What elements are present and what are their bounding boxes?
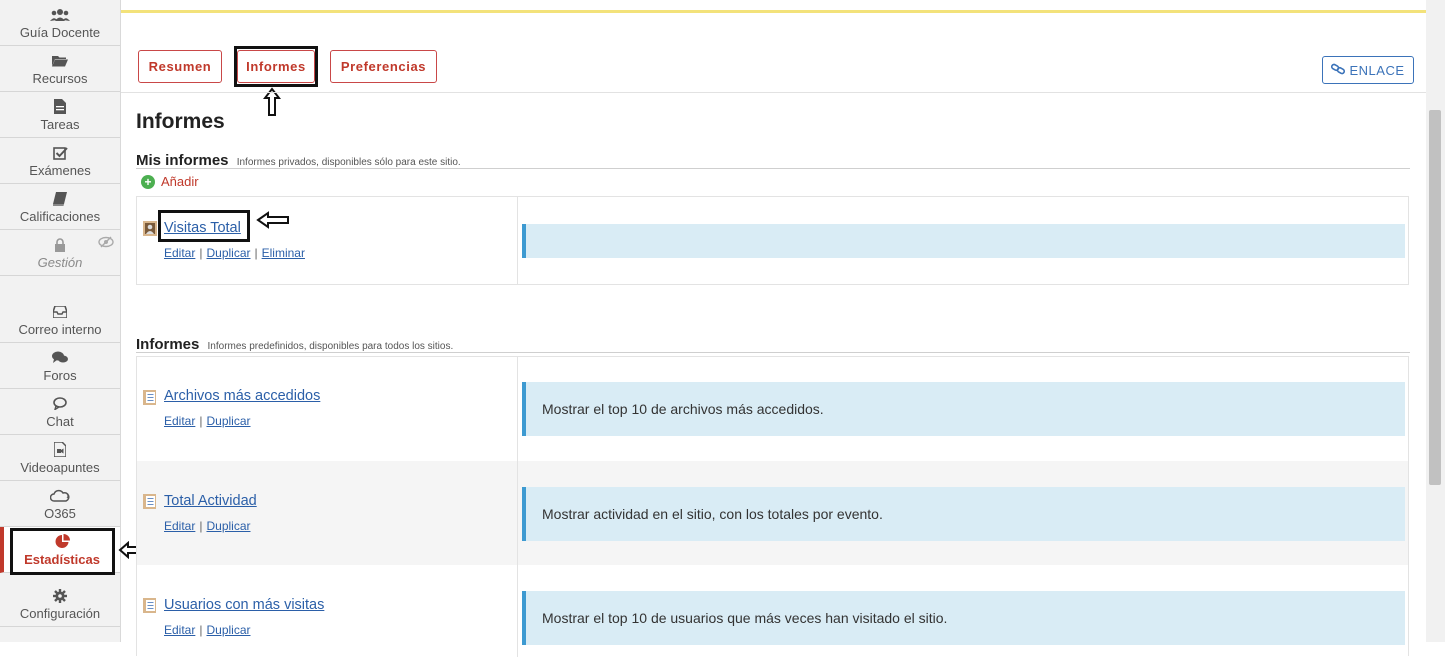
report-actions: Editar | Duplicar: [164, 623, 251, 637]
book-icon: [53, 190, 67, 208]
my-reports-title: Mis informes: [136, 152, 229, 169]
add-report-link[interactable]: + Añadir: [141, 174, 199, 189]
sidebar-item-label: O365: [44, 505, 76, 521]
plus-circle-icon: +: [141, 174, 155, 189]
separator: |: [199, 414, 203, 428]
inbox-icon: [53, 303, 67, 321]
report-title-link[interactable]: Usuarios con más visitas: [164, 597, 324, 613]
table-row: Total Actividad Editar | Duplicar Mostrar …: [137, 461, 1408, 565]
report-info: Usuarios con más visitas Editar | Duplicar: [137, 565, 518, 657]
sidebar-item-label: Videoapuntes: [20, 459, 100, 475]
sidebar-item-gestion[interactable]: Gestión: [0, 230, 120, 276]
highlight-box: [234, 46, 318, 87]
report-description: Mostrar el top 10 de usuarios que más ve…: [522, 591, 1405, 645]
folder-icon: [52, 52, 68, 70]
sidebar-item-examenes[interactable]: Exámenes: [0, 138, 120, 184]
report-title-link[interactable]: Total Actividad: [164, 493, 257, 509]
chat-icon: [53, 395, 67, 413]
edit-link[interactable]: Editar: [164, 246, 195, 260]
duplicate-link[interactable]: Duplicar: [206, 246, 250, 260]
enlace-button[interactable]: ENLACE: [1322, 56, 1414, 84]
lock-icon: [54, 236, 66, 254]
divider: [136, 168, 1410, 169]
gear-icon: [53, 587, 67, 605]
duplicate-link[interactable]: Duplicar: [206, 623, 250, 637]
page-title: Informes: [136, 110, 225, 133]
duplicate-link[interactable]: Duplicar: [206, 414, 250, 428]
predefined-reports-heading: Informes Informes predefinidos, disponib…: [136, 336, 453, 353]
link-icon: [1331, 63, 1346, 78]
sidebar-item-label: Foros: [43, 367, 77, 383]
top-strip: [121, 10, 1426, 13]
users-icon: [50, 6, 70, 24]
sidebar-item-guia-docente[interactable]: Guía Docente: [0, 0, 120, 46]
sidebar-item-label: Tareas: [40, 116, 80, 132]
predefined-reports-table: Archivos más accedidos Editar | Duplicar M…: [136, 356, 1409, 657]
separator: |: [199, 246, 203, 260]
scrollbar-thumb[interactable]: [1429, 110, 1441, 485]
delete-link[interactable]: Eliminar: [262, 246, 305, 260]
sidebar-item-videoapuntes[interactable]: Videoapuntes: [0, 435, 120, 481]
sidebar-item-label: Guía Docente: [19, 24, 101, 40]
report-book-icon: [143, 494, 156, 509]
report-description: [522, 224, 1405, 258]
separator: |: [254, 246, 258, 260]
divider: [121, 92, 1426, 93]
eye-slash-icon: [98, 236, 114, 251]
edit-link[interactable]: Editar: [164, 519, 195, 533]
sidebar-item-foros[interactable]: Foros: [0, 343, 120, 389]
sidebar-item-tareas[interactable]: Tareas: [0, 92, 120, 138]
sidebar-item-recursos[interactable]: Recursos: [0, 46, 120, 92]
tab-resumen[interactable]: Resumen: [138, 50, 222, 83]
report-info: Total Actividad Editar | Duplicar: [137, 461, 518, 565]
enlace-label: ENLACE: [1349, 62, 1405, 78]
report-info: Archivos más accedidos Editar | Duplicar: [137, 357, 518, 461]
sidebar-item-o365[interactable]: O365: [0, 481, 120, 527]
my-reports-subtitle: Informes privados, disponibles sólo para…: [236, 157, 461, 168]
sidebar-item-label: Configuración: [19, 605, 101, 621]
report-book-icon: [143, 598, 156, 613]
separator: |: [199, 623, 203, 637]
checkbox-icon: [52, 144, 68, 162]
table-row: Archivos más accedidos Editar | Duplicar M…: [137, 357, 1408, 461]
report-description: Mostrar actividad en el sitio, con los t…: [522, 487, 1405, 541]
highlight-box: [158, 210, 250, 242]
sidebar-item-chat[interactable]: Chat: [0, 389, 120, 435]
table-row: Usuarios con más visitas Editar | Duplicar…: [137, 565, 1408, 657]
tab-preferencias[interactable]: Preferencias: [330, 50, 437, 83]
sidebar-item-correo-interno[interactable]: Correo interno: [0, 297, 120, 343]
edit-link[interactable]: Editar: [164, 623, 195, 637]
sidebar-item-configuracion[interactable]: Configuración: [0, 581, 120, 627]
predefined-reports-title: Informes: [136, 336, 200, 353]
my-reports-table: Visitas Total Editar | Duplicar | Eliminar: [136, 196, 1409, 285]
sidebar-item-label: Correo interno: [18, 321, 102, 337]
sidebar-item-label: Chat: [46, 413, 74, 429]
report-actions: Editar | Duplicar: [164, 414, 251, 428]
file-icon: [54, 98, 66, 116]
edit-link[interactable]: Editar: [164, 414, 195, 428]
sidebar-item-label: Exámenes: [29, 162, 91, 178]
report-actions: Editar | Duplicar: [164, 519, 251, 533]
my-reports-heading: Mis informes Informes privados, disponib…: [136, 152, 461, 169]
left-arrow-icon: [256, 211, 289, 229]
sidebar-item-label: Gestión: [37, 254, 83, 270]
highlight-box: [10, 528, 115, 575]
report-actions: Editar | Duplicar | Eliminar: [164, 246, 305, 260]
separator: |: [199, 519, 203, 533]
cloud-icon: [50, 487, 70, 505]
chat-bubbles-icon: [52, 349, 68, 367]
video-file-icon: [54, 441, 66, 459]
report-book-icon: [143, 390, 156, 405]
report-user-icon: [143, 221, 157, 236]
divider: [136, 352, 1410, 353]
report-title-link[interactable]: Archivos más accedidos: [164, 388, 320, 404]
sidebar-item-label: Recursos: [32, 70, 88, 86]
table-row: Visitas Total Editar | Duplicar | Eliminar: [137, 197, 1408, 284]
sidebar-item-label: Calificaciones: [19, 208, 101, 224]
report-description: Mostrar el top 10 de archivos más accedi…: [522, 382, 1405, 436]
sidebar-item-calificaciones[interactable]: Calificaciones: [0, 184, 120, 230]
duplicate-link[interactable]: Duplicar: [206, 519, 250, 533]
add-label: Añadir: [161, 174, 199, 189]
predefined-reports-subtitle: Informes predefinidos, disponibles para …: [207, 341, 454, 352]
